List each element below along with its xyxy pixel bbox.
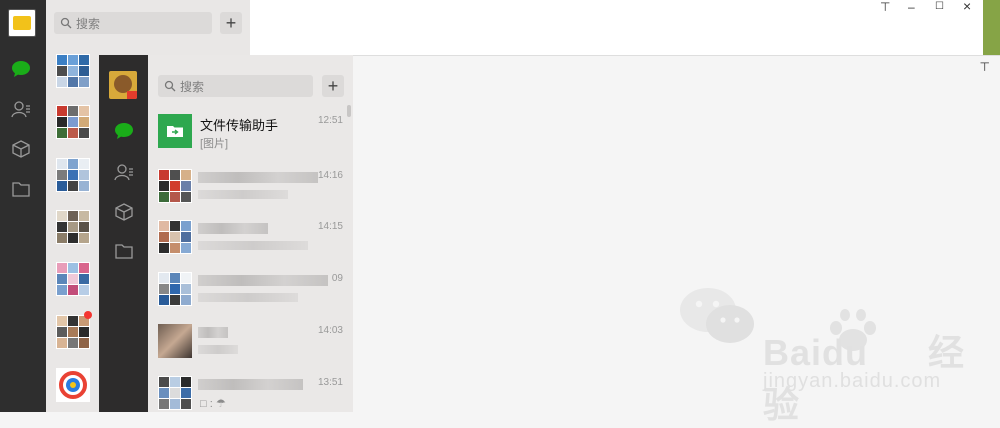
- front-chat-list: 搜索 + 文件传输助手 [图片] 12:51 14:16 14:15 09 14…: [148, 55, 353, 412]
- group-avatar: [158, 169, 192, 203]
- chat-item[interactable]: □ : ☂ 13:51: [148, 367, 353, 419]
- front-window-main: ⊤ Baidu 经验 jingyan.baidu.com: [353, 55, 1000, 425]
- pin-icon[interactable]: ⊤: [980, 60, 990, 74]
- back-chat-avatar[interactable]: [56, 158, 90, 192]
- contacts-icon[interactable]: [113, 161, 135, 183]
- front-add-button[interactable]: +: [322, 75, 344, 97]
- search-icon: [60, 17, 72, 29]
- back-chat-avatar[interactable]: [56, 210, 90, 244]
- chat-item[interactable]: 14:16: [148, 160, 353, 212]
- chat-time: 12:51: [317, 115, 343, 126]
- close-button[interactable]: ×: [963, 0, 971, 14]
- cube-icon[interactable]: [10, 138, 32, 160]
- group-avatar: [158, 272, 192, 306]
- back-chat-avatar[interactable]: [56, 54, 90, 88]
- blurred-message: [198, 241, 308, 250]
- blurred-message: [198, 190, 288, 199]
- blurred-name: [198, 223, 268, 234]
- unread-badge: [84, 311, 92, 319]
- chat-item[interactable]: 14:03: [148, 315, 353, 367]
- back-sidebar: [0, 0, 46, 412]
- chat-last-message: [图片]: [200, 138, 229, 150]
- wechat-watermark-logo: [678, 284, 758, 353]
- chat-item[interactable]: 14:15: [148, 211, 353, 263]
- back-search-placeholder: 搜索: [76, 16, 101, 31]
- chat-time: 14:16: [317, 170, 343, 181]
- folder-icon[interactable]: [113, 240, 135, 262]
- front-search-placeholder: 搜索: [180, 79, 205, 94]
- file-transfer-icon: [158, 114, 192, 148]
- chat-name: 文件传输助手: [200, 118, 279, 133]
- background-strip: [983, 0, 1000, 55]
- contact-avatar: [158, 324, 192, 358]
- blurred-name: [198, 379, 303, 390]
- chat-item-file-helper[interactable]: 文件传输助手 [图片] 12:51: [148, 105, 353, 157]
- chat-item[interactable]: 09: [148, 263, 353, 315]
- blurred-message: [198, 345, 238, 354]
- back-add-button[interactable]: +: [220, 12, 242, 34]
- blurred-name: [198, 275, 328, 286]
- front-user-avatar[interactable]: [109, 71, 137, 99]
- maximize-button[interactable]: ☐: [935, 1, 944, 12]
- chat-time: 09: [331, 273, 343, 284]
- back-search-input[interactable]: 搜索: [54, 12, 212, 34]
- watermark-url: jingyan.baidu.com: [763, 370, 942, 392]
- chat-time: 13:51: [317, 377, 343, 388]
- chat-time: 14:03: [317, 325, 343, 336]
- back-chat-avatar[interactable]: [56, 262, 90, 296]
- folder-icon[interactable]: [10, 178, 32, 200]
- back-window-main: ⊤ – ☐ ×: [250, 0, 983, 55]
- back-chat-avatar[interactable]: [56, 368, 90, 402]
- back-chat-avatar[interactable]: [56, 315, 90, 349]
- group-avatar: [158, 220, 192, 254]
- minimize-button[interactable]: –: [908, 0, 915, 14]
- front-sidebar: [99, 55, 148, 412]
- blurred-name: [198, 327, 228, 338]
- chat-time: 14:15: [317, 221, 343, 232]
- back-chat-avatar[interactable]: [56, 105, 90, 139]
- front-search-input[interactable]: 搜索: [158, 75, 313, 97]
- pin-icon[interactable]: ⊤: [880, 0, 890, 14]
- blurred-name: [198, 172, 318, 183]
- chat-icon[interactable]: [10, 58, 32, 80]
- group-avatar: [158, 376, 192, 410]
- chat-last-message: □ : ☂: [200, 398, 226, 410]
- blurred-message: [198, 293, 298, 302]
- contacts-icon[interactable]: [10, 98, 32, 120]
- chat-icon[interactable]: [113, 120, 135, 142]
- search-icon: [164, 80, 176, 92]
- back-user-avatar[interactable]: [8, 9, 36, 37]
- cube-icon[interactable]: [113, 201, 135, 223]
- watermark-brand-text: Baidu: [763, 332, 869, 373]
